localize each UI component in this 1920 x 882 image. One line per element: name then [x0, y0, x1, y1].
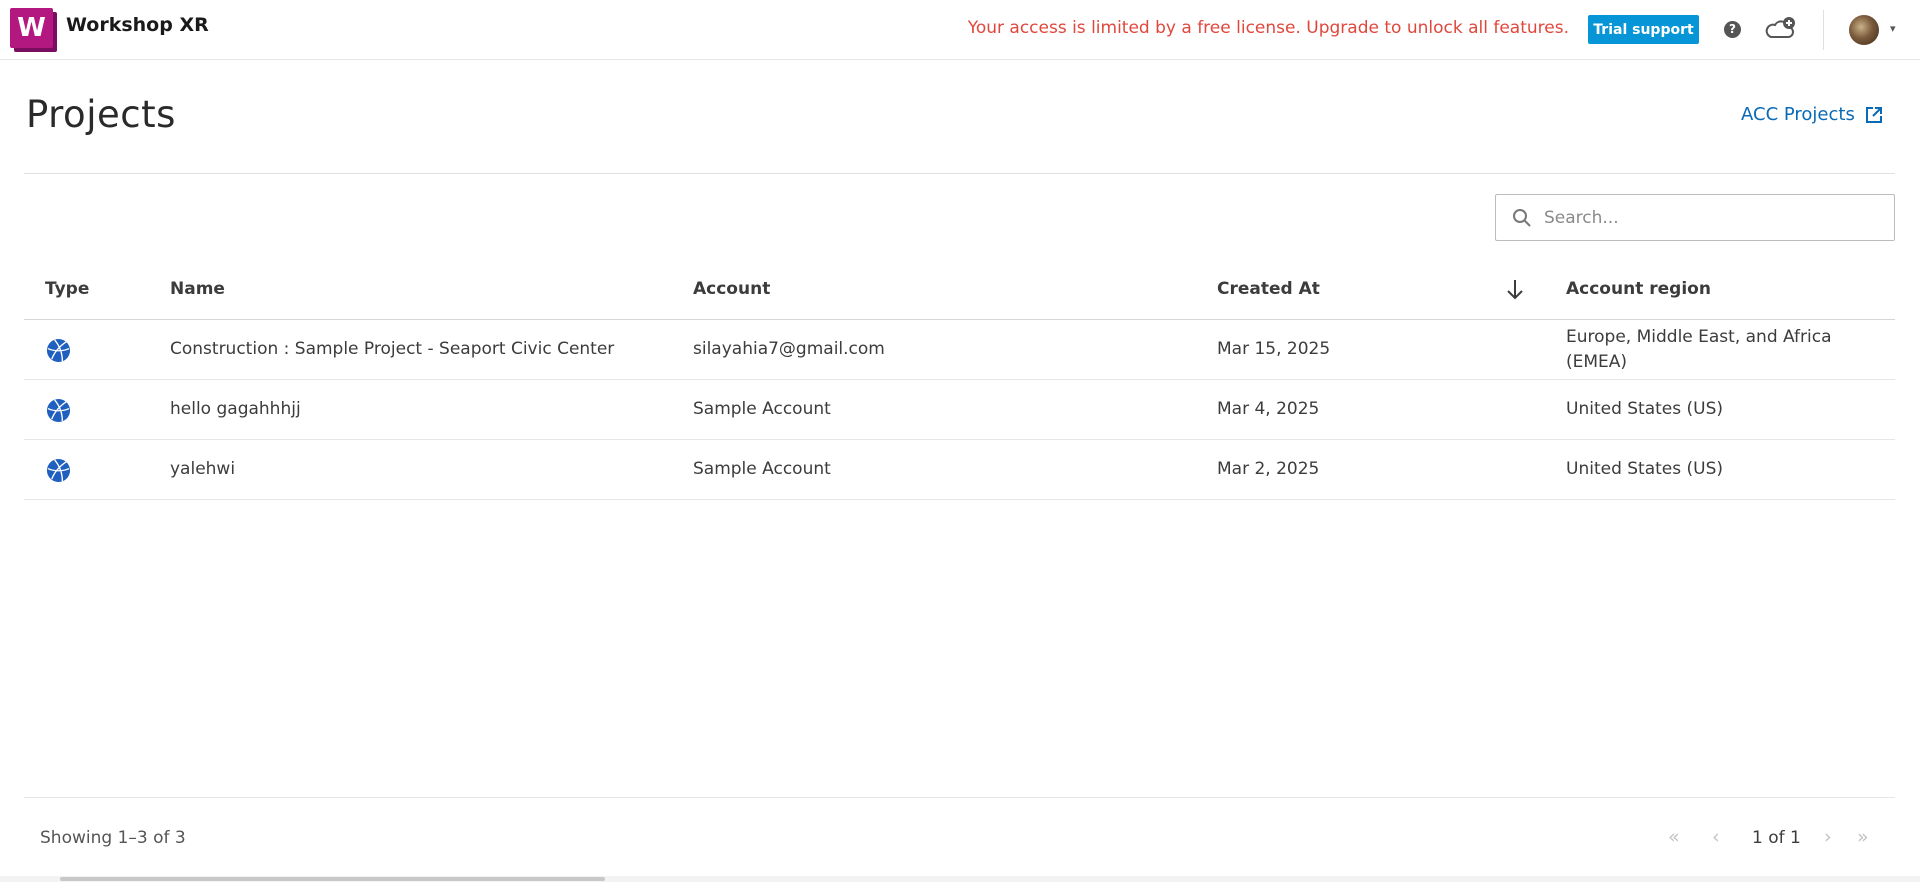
project-account: Sample Account [693, 399, 831, 419]
search-box[interactable] [1495, 194, 1895, 241]
column-header-name[interactable]: Name [170, 279, 225, 299]
column-header-account-region[interactable]: Account region [1566, 279, 1711, 299]
footer-divider [24, 797, 1895, 798]
project-region: Europe, Middle East, and Africa (EMEA) [1566, 327, 1832, 372]
last-page-icon[interactable]: » [1857, 826, 1869, 848]
project-region: United States (US) [1566, 459, 1724, 479]
top-bar: W Workshop XR Your access is limited by … [0, 0, 1920, 60]
next-page-icon[interactable]: › [1824, 826, 1832, 848]
acc-projects-link[interactable]: ACC Projects [1741, 104, 1883, 125]
project-region: United States (US) [1566, 399, 1724, 419]
project-name[interactable]: Construction : Sample Project - Seaport … [170, 339, 614, 359]
acc-projects-label: ACC Projects [1741, 104, 1855, 125]
table-row[interactable]: yalehwi Sample Account Mar 2, 2025 Unite… [24, 440, 1895, 500]
help-icon[interactable]: ? [1724, 21, 1741, 38]
globe-icon [46, 398, 71, 423]
first-page-icon[interactable]: « [1668, 826, 1680, 848]
project-account: silayahia7@gmail.com [693, 339, 885, 359]
license-notice: Your access is limited by a free license… [967, 18, 1569, 38]
pagination-summary: Showing 1–3 of 3 [40, 828, 186, 848]
chevron-down-icon[interactable]: ▾ [1890, 22, 1896, 35]
heading-divider [24, 173, 1895, 174]
project-created-at: Mar 2, 2025 [1217, 459, 1320, 479]
project-name[interactable]: hello gagahhhjj [170, 399, 301, 419]
app-logo[interactable]: W [10, 8, 57, 52]
column-header-created-at[interactable]: Created At [1217, 279, 1320, 299]
project-created-at: Mar 15, 2025 [1217, 339, 1331, 359]
avatar[interactable] [1849, 15, 1879, 45]
scrollbar-thumb[interactable] [60, 877, 605, 881]
sort-descending-icon[interactable] [1506, 278, 1524, 302]
page-indicator: 1 of 1 [1752, 828, 1801, 848]
logo-mark: W [10, 8, 53, 48]
globe-icon [46, 338, 71, 363]
header-divider [1823, 10, 1824, 50]
search-input[interactable] [1544, 203, 1884, 233]
project-name[interactable]: yalehwi [170, 459, 235, 479]
page-title: Projects [26, 93, 176, 136]
globe-icon [46, 458, 71, 483]
previous-page-icon[interactable]: ‹ [1712, 826, 1720, 848]
column-header-account[interactable]: Account [693, 279, 770, 299]
app-name[interactable]: Workshop XR [66, 14, 209, 36]
column-header-type[interactable]: Type [45, 279, 89, 299]
table-row[interactable]: Construction : Sample Project - Seaport … [24, 320, 1895, 380]
table-row[interactable]: hello gagahhhjj Sample Account Mar 4, 20… [24, 380, 1895, 440]
trial-support-button[interactable]: Trial support [1588, 15, 1699, 44]
external-link-icon [1865, 106, 1882, 123]
projects-table: Type Name Account Created At Account reg… [24, 266, 1895, 500]
search-icon [1513, 209, 1531, 227]
table-header: Type Name Account Created At Account reg… [24, 266, 1895, 320]
cloud-add-icon[interactable] [1763, 15, 1797, 43]
project-created-at: Mar 4, 2025 [1217, 399, 1320, 419]
project-account: Sample Account [693, 459, 831, 479]
